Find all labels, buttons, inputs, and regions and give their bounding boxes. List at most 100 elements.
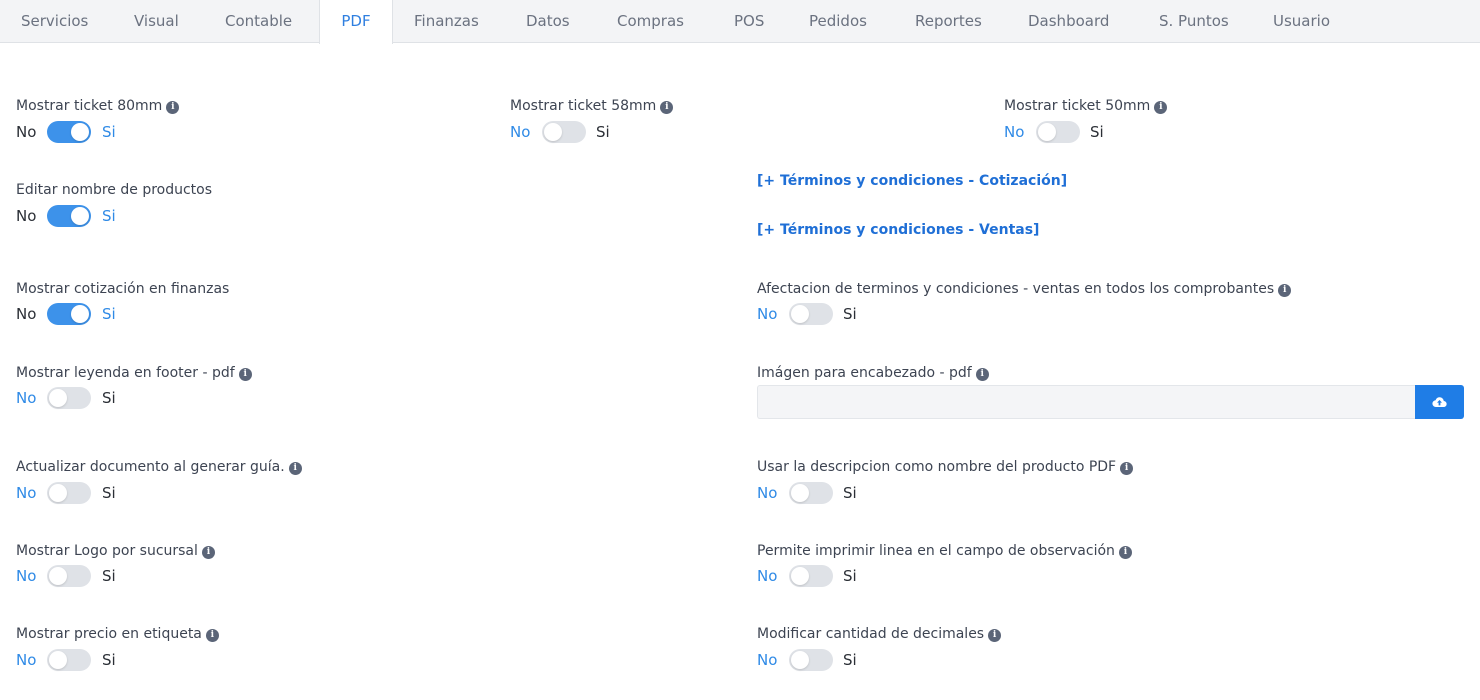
logo-per-branch-toggle[interactable]: [47, 565, 91, 587]
toggle-knob: [49, 567, 67, 585]
tab-visual[interactable]: Visual: [134, 0, 179, 43]
setting-label-text: Usar la descripcion como nombre del prod…: [757, 459, 1117, 475]
toggle-knob: [791, 567, 809, 585]
setting-label-text: Mostrar cotización en finanzas: [16, 281, 230, 297]
setting-label-text: Editar nombre de productos: [16, 182, 213, 198]
toggle-no-label: No: [16, 484, 37, 502]
toggle-no-label: No: [1004, 123, 1025, 141]
ticket-58mm-toggle[interactable]: [542, 121, 586, 143]
setting-label-text: Actualizar documento al generar guía.: [16, 459, 285, 475]
tab-reportes[interactable]: Reportes: [915, 0, 982, 43]
toggle-no-label: No: [16, 389, 37, 407]
toggle-yes-label: Si: [843, 305, 857, 323]
toggle-yes-label: Si: [102, 389, 116, 407]
toggle-no-label: No: [16, 207, 37, 225]
tab-compras[interactable]: Compras: [617, 0, 684, 43]
upload-button[interactable]: [1415, 385, 1464, 419]
edit-product-name-toggle[interactable]: [47, 205, 91, 227]
toggle-knob: [49, 651, 67, 669]
description-as-name-toggle[interactable]: [789, 482, 833, 504]
toggle-yes-label: Si: [1090, 123, 1104, 141]
info-icon[interactable]: i: [975, 368, 989, 381]
quote-in-finance-toggle[interactable]: [47, 303, 91, 325]
toggle-yes-label: Si: [843, 484, 857, 502]
tab-pdf[interactable]: PDF: [319, 0, 393, 44]
toggle-yes-label: Si: [102, 484, 116, 502]
setting-modify-decimals-label: Modificar cantidad de decimales i: [757, 625, 1002, 643]
info-icon[interactable]: i: [660, 101, 674, 114]
tab-dashboard[interactable]: Dashboard: [1028, 0, 1109, 43]
info-icon[interactable]: i: [1120, 462, 1134, 475]
setting-label-text: Mostrar Logo por sucursal: [16, 543, 198, 559]
setting-label-text: Mostrar precio en etiqueta: [16, 626, 202, 642]
setting-label-text: Permite imprimir linea en el campo de ob…: [757, 543, 1115, 559]
setting-label-text: Modificar cantidad de decimales: [757, 626, 985, 642]
toggle-no-label: No: [16, 305, 37, 323]
toggle-no-label: No: [16, 123, 37, 141]
toggle-no-label: No: [16, 651, 37, 669]
toggle-knob: [49, 484, 67, 502]
info-icon[interactable]: i: [1278, 284, 1292, 297]
update-doc-toggle[interactable]: [47, 482, 91, 504]
info-icon[interactable]: i: [205, 629, 219, 642]
info-icon[interactable]: i: [988, 629, 1002, 642]
setting-label-text: Mostrar leyenda en footer - pdf: [16, 365, 235, 381]
tab-servicios[interactable]: Servicios: [21, 0, 88, 43]
price-on-label-toggle[interactable]: [47, 649, 91, 671]
info-icon[interactable]: i: [288, 462, 302, 475]
footer-legend-toggle[interactable]: [47, 387, 91, 409]
toggle-yes-label: Si: [596, 123, 610, 141]
setting-label-text: Mostrar ticket 58mm: [510, 98, 657, 114]
print-line-toggle[interactable]: [789, 565, 833, 587]
modify-decimals-toggle[interactable]: [789, 649, 833, 671]
toggle-yes-label: Si: [102, 207, 116, 225]
setting-label-text: Mostrar ticket 50mm: [1004, 98, 1151, 114]
toggle-yes-label: Si: [843, 567, 857, 585]
toggle-knob: [71, 207, 89, 225]
toggle-yes-label: Si: [102, 305, 116, 323]
setting-terms-all-receipts-label: Afectacion de terminos y condiciones - v…: [757, 280, 1292, 298]
info-icon[interactable]: i: [1154, 101, 1168, 114]
toggle-knob: [791, 651, 809, 669]
info-icon[interactable]: i: [166, 101, 180, 114]
setting-edit-product-name-label: Editar nombre de productos: [16, 181, 212, 199]
toggle-yes-label: Si: [102, 123, 116, 141]
setting-print-line-label: Permite imprimir linea en el campo de ob…: [757, 542, 1132, 560]
toggle-knob: [71, 305, 89, 323]
tab-usuario[interactable]: Usuario: [1273, 0, 1330, 43]
setting-quote-in-finance-label: Mostrar cotización en finanzas: [16, 280, 229, 298]
tab-s-puntos[interactable]: S. Puntos: [1159, 0, 1229, 43]
info-icon[interactable]: i: [201, 546, 215, 559]
toggle-knob: [544, 123, 562, 141]
tab-pedidos[interactable]: Pedidos: [809, 0, 867, 43]
info-icon[interactable]: i: [1118, 546, 1132, 559]
setting-ticket-80mm-label: Mostrar ticket 80mm i: [16, 97, 180, 115]
setting-price-on-label-label: Mostrar precio en etiqueta i: [16, 625, 219, 643]
toggle-yes-label: Si: [843, 651, 857, 669]
toggle-no-label: No: [757, 484, 778, 502]
ticket-50mm-toggle[interactable]: [1036, 121, 1080, 143]
toggle-knob: [1038, 123, 1056, 141]
cloud-upload-icon: [1432, 397, 1447, 408]
setting-description-as-name-label: Usar la descripcion como nombre del prod…: [757, 458, 1134, 476]
terms-quote-link[interactable]: [+ Términos y condiciones - Cotización]: [757, 172, 1067, 190]
tab-contable[interactable]: Contable: [225, 0, 292, 43]
ticket-80mm-toggle[interactable]: [47, 121, 91, 143]
toggle-no-label: No: [757, 651, 778, 669]
tab-finanzas[interactable]: Finanzas: [414, 0, 479, 43]
toggle-yes-label: Si: [102, 651, 116, 669]
setting-ticket-58mm-label: Mostrar ticket 58mm i: [510, 97, 674, 115]
setting-label-text: Mostrar ticket 80mm: [16, 98, 163, 114]
tab-datos[interactable]: Datos: [526, 0, 570, 43]
info-icon[interactable]: i: [238, 368, 252, 381]
terms-all-receipts-toggle[interactable]: [789, 303, 833, 325]
toggle-knob: [791, 484, 809, 502]
terms-sales-link[interactable]: [+ Términos y condiciones - Ventas]: [757, 221, 1039, 239]
toggle-no-label: No: [16, 567, 37, 585]
header-image-label: Imágen para encabezado - pdf i: [757, 364, 989, 382]
setting-logo-per-branch-label: Mostrar Logo por sucursal i: [16, 542, 215, 560]
toggle-no-label: No: [757, 567, 778, 585]
toggle-no-label: No: [757, 305, 778, 323]
header-image-file-input[interactable]: [757, 385, 1415, 419]
tab-pos[interactable]: POS: [734, 0, 764, 43]
